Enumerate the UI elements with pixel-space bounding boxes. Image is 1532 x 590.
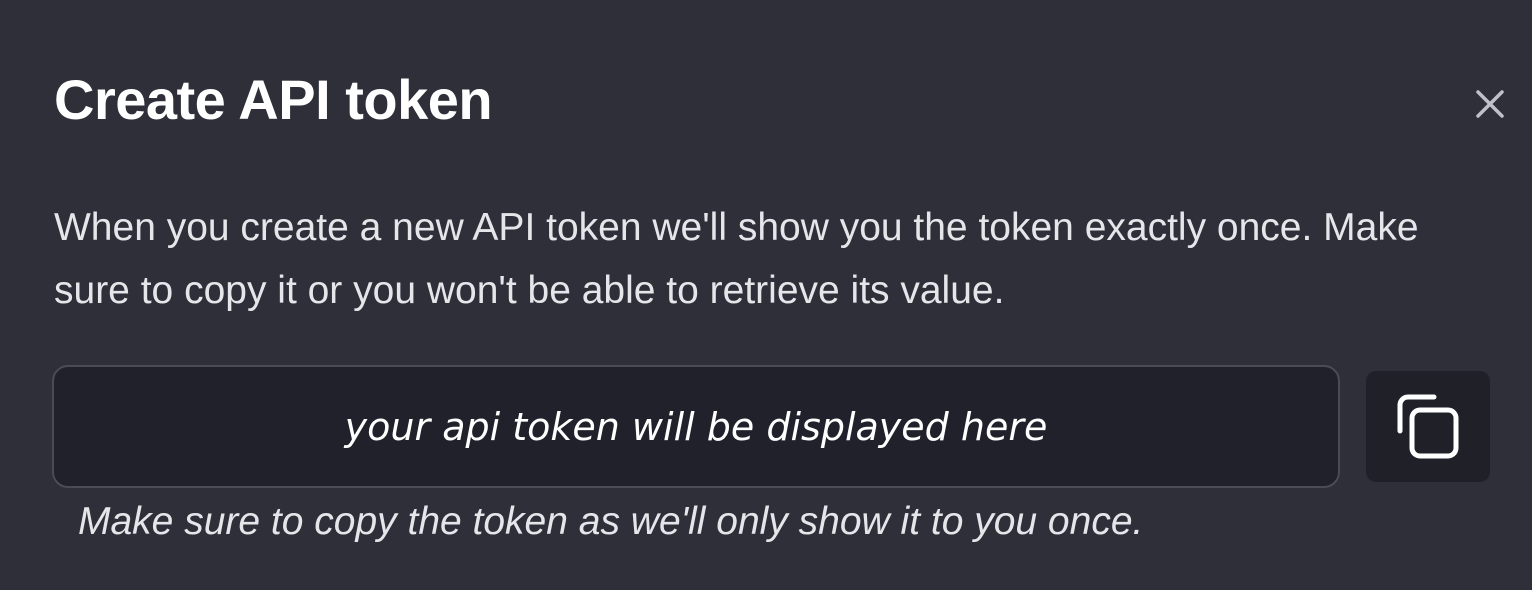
api-token-field[interactable]: your api token will be displayed here [52,365,1340,488]
copy-icon [1397,394,1459,458]
api-token-placeholder: your api token will be displayed here [344,404,1048,449]
close-icon [1476,90,1504,118]
copy-hint: Make sure to copy the token as we'll onl… [78,500,1144,543]
close-button[interactable] [1470,84,1510,124]
dialog-title: Create API token [54,68,493,131]
copy-token-button[interactable] [1366,371,1490,482]
dialog-description: When you create a new API token we'll sh… [54,206,1419,312]
create-api-token-dialog: Create API token When you create a new A… [0,0,1532,590]
